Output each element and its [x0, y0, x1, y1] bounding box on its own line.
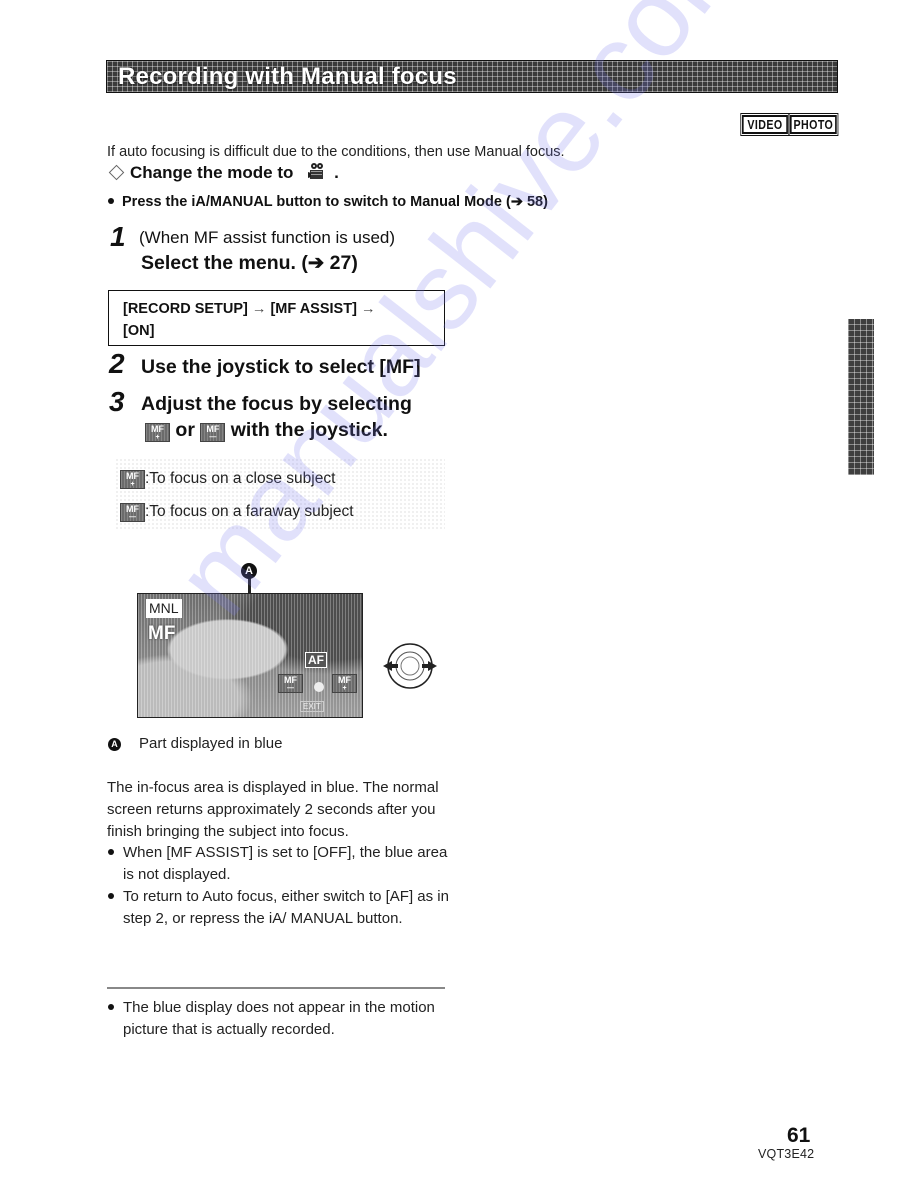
press-instruction-text: Press the iA/MANUAL button to switch to … — [122, 194, 548, 210]
screen-mf-far-icon: MF — — [278, 674, 303, 693]
menu-path-box: [RECORD SETUP] → [MF ASSIST] → [ON] — [108, 290, 445, 346]
step3-title-line1: Adjust the focus by selecting — [141, 393, 412, 415]
mf-far-icon: MF — — [200, 423, 226, 442]
callout-marker-a: A — [241, 563, 257, 579]
mode-badge-video: VIDEO — [740, 113, 790, 136]
screen-af-label: AF — [305, 652, 327, 668]
step3-title-line2: MF + or MF — with the joystick. — [145, 419, 388, 442]
video-camera-mode-icon — [308, 162, 326, 185]
menu-path-on: [ON] — [123, 323, 155, 339]
change-mode-suffix: . — [334, 163, 339, 182]
or-text: or — [175, 419, 195, 441]
bullet-icon — [108, 197, 114, 204]
note-close-subject: MF +:To focus on a close subject — [120, 470, 335, 489]
footnote-section: The blue display does not appear in the … — [107, 997, 452, 1041]
screen-exit-label: EXIT — [300, 701, 324, 712]
mf-far-icon: MF — — [120, 503, 145, 522]
arrow-right-icon: → — [251, 301, 267, 317]
step-number-1: 1 — [110, 221, 126, 252]
body-bullet: To return to Auto focus, either switch t… — [107, 886, 452, 930]
step1-precondition: (When MF assist function is used) — [139, 228, 396, 247]
menu-path-record-setup: [RECORD SETUP] — [123, 301, 248, 317]
step-number-2: 2 — [109, 348, 125, 379]
diamond-icon — [108, 164, 125, 181]
menu-path-mf-assist: [MF ASSIST] — [270, 301, 357, 317]
change-mode-text: Change the mode to — [130, 163, 294, 182]
screen-mf-near-icon: MF + — [332, 674, 357, 693]
page-number: 61 — [787, 1124, 811, 1147]
legend-text: Part displayed in blue — [139, 735, 283, 752]
press-instruction: Press the iA/MANUAL button to switch to … — [107, 194, 548, 210]
body-paragraph: The in-focus area is displayed in blue. … — [107, 779, 439, 840]
legend-marker-a: A — [108, 738, 121, 751]
step2-title: Use the joystick to select [MF] — [141, 356, 421, 378]
screen-mnl-label: MNL — [146, 599, 182, 618]
document-code: VQT3E42 — [758, 1147, 815, 1161]
step1-title: Select the menu. (➔ 27) — [141, 252, 358, 274]
mf-near-icon: MF + — [145, 423, 170, 442]
page-title: Recording with Manual focus — [118, 63, 457, 90]
body-bullet: When [MF ASSIST] is set to [OFF], the bl… — [107, 842, 452, 886]
mode-badge-photo: PHOTO — [788, 113, 839, 136]
with-joystick-text: with the joystick. — [230, 419, 388, 441]
mf-near-icon: MF + — [120, 470, 145, 489]
intro-text: If auto focusing is difficult due to the… — [107, 144, 565, 160]
note-faraway-subject: MF —:To focus on a faraway subject — [120, 503, 354, 522]
joystick-icon — [380, 636, 440, 701]
chapter-side-tab — [848, 319, 874, 475]
section-divider — [107, 987, 445, 989]
body-section: The in-focus area is displayed in blue. … — [107, 777, 452, 930]
screen-center-dot — [314, 682, 324, 692]
step-number-3: 3 — [109, 386, 125, 417]
footnote-bullet: The blue display does not appear in the … — [107, 997, 452, 1041]
change-mode-instruction: Change the mode to . — [107, 162, 339, 185]
screen-mf-label: MF — [148, 623, 176, 644]
arrow-right-icon: → — [360, 301, 376, 317]
